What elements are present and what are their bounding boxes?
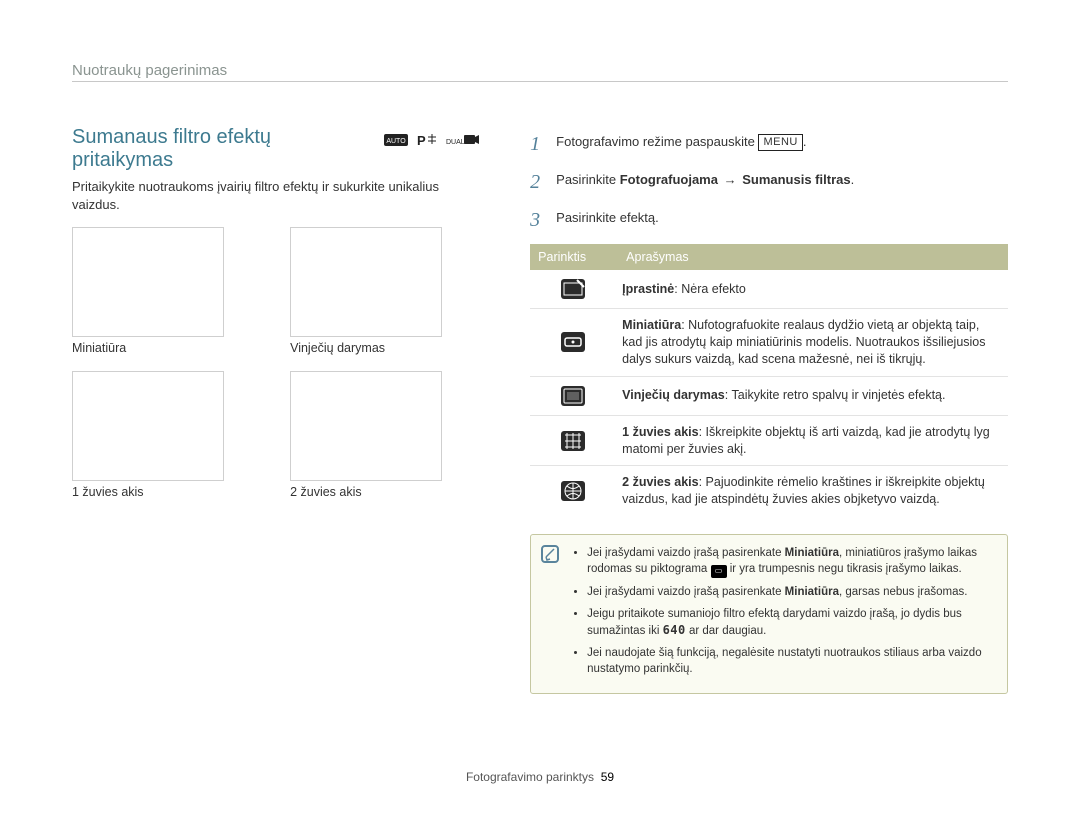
miniature-inline-icon: ▭ [711, 565, 727, 578]
note-item: Jei įrašydami vaizdo įrašą pasirenkate M… [587, 545, 997, 578]
step-number: 1 [530, 130, 546, 158]
note-text: ar dar daugiau. [686, 625, 767, 637]
thumb-miniatura [72, 227, 224, 337]
thumb-caption: Vinječių darymas [290, 337, 480, 365]
option-title: Vinječių darymas [622, 388, 725, 402]
table-row: Miniatiūra: Nufotografuokite realaus dyd… [530, 309, 1008, 377]
mode-icons-strip: AUTO P DUAL [384, 131, 480, 148]
option-title: Įprastinė [622, 282, 674, 296]
note-text: Jeigu pritaikote sumaniojo ﬁltro efektą … [587, 608, 962, 637]
table-row: 2 žuvies akis: Pajuodinkite rėmelio kraš… [530, 466, 1008, 516]
step-text: . [851, 172, 855, 187]
thumb-caption: Miniatiūra [72, 337, 262, 365]
option-icon-normal [530, 270, 618, 309]
step-text: Fotografuojama [620, 172, 718, 187]
note-text: Miniatiūra [785, 547, 839, 559]
note-item: Jei įrašydami vaizdo įrašą pasirenkate M… [587, 584, 997, 600]
thumb-fisheye1 [72, 371, 224, 481]
page-subtitle: Pritaikykite nuotraukoms įvairių ﬁltro e… [72, 178, 480, 213]
options-header-desc: Aprašymas [618, 244, 1008, 270]
step-text: . [803, 134, 807, 149]
right-column: 1 Fotografavimo režime paspauskite MENU.… [530, 126, 1008, 694]
table-row: Vinječių darymas: Taikykite retro spalvų… [530, 376, 1008, 415]
option-icon-fisheye1 [530, 415, 618, 466]
option-icon-miniature [530, 309, 618, 377]
page-title: Sumanaus ﬁltro efektų pritaikymas [72, 126, 370, 172]
options-table: Parinktis Aprašymas Įprastinė: Nėra efek… [530, 244, 1008, 516]
thumb-fisheye2 [290, 371, 442, 481]
step-2: 2 Pasirinkite Fotografuojama → Sumanusis… [530, 168, 1008, 196]
note-text: , garsas nebus įrašomas. [839, 586, 967, 598]
left-column: Sumanaus ﬁltro efektų pritaikymas AUTO P… [72, 126, 480, 694]
step-text: Sumanusis ﬁltras [742, 172, 850, 187]
options-header-icon: Parinktis [530, 244, 618, 270]
breadcrumb: Nuotraukų pagerinimas [72, 62, 1008, 82]
note-text: Jei įrašydami vaizdo įrašą pasirenkate [587, 586, 785, 598]
option-icon-vignette [530, 376, 618, 415]
thumb-vignette [290, 227, 442, 337]
option-desc: : Taikykite retro spalvų ir vinjetės efe… [725, 388, 946, 402]
note-item: Jei naudojate šią funkciją, negalėsite n… [587, 645, 997, 677]
note-text: Miniatiūra [785, 586, 839, 598]
option-desc: : Nėra efekto [674, 282, 746, 296]
note-box: Jei įrašydami vaizdo įrašą pasirenkate M… [530, 534, 1008, 694]
step-3: 3 Pasirinkite efektą. [530, 206, 1008, 234]
thumb-caption: 2 žuvies akis [290, 481, 480, 509]
step-text: Fotografavimo režime paspauskite [556, 134, 758, 149]
footer-page-number: 59 [601, 770, 614, 784]
option-title: 2 žuvies akis [622, 475, 698, 489]
note-icon [541, 545, 559, 563]
menu-button-graphic: MENU [758, 134, 802, 151]
note-text: 640 [663, 623, 686, 637]
note-text: ir yra trumpesnis negu tikrasis įrašymo … [727, 563, 962, 575]
step-1: 1 Fotografavimo režime paspauskite MENU. [530, 130, 1008, 158]
step-text: Pasirinkite [556, 172, 620, 187]
svg-text:DUAL: DUAL [446, 139, 465, 146]
svg-text:P: P [417, 133, 426, 148]
option-title: Miniatiūra [622, 318, 681, 332]
note-text: Jei įrašydami vaizdo įrašą pasirenkate [587, 547, 785, 559]
step-number: 3 [530, 206, 546, 234]
step-text: Pasirinkite efektą. [556, 206, 659, 234]
svg-text:AUTO: AUTO [386, 138, 406, 145]
option-title: 1 žuvies akis [622, 425, 698, 439]
footer-section: Fotografavimo parinktys [466, 770, 594, 784]
page-footer: Fotografavimo parinktys 59 [0, 770, 1080, 784]
table-row: 1 žuvies akis: Iškreipkite objektų iš ar… [530, 415, 1008, 466]
step-number: 2 [530, 168, 546, 196]
table-row: Įprastinė: Nėra efekto [530, 270, 1008, 309]
note-item: Jeigu pritaikote sumaniojo ﬁltro efektą … [587, 606, 997, 639]
arrow-icon: → [722, 172, 739, 187]
thumb-caption: 1 žuvies akis [72, 481, 262, 509]
option-icon-fisheye2 [530, 466, 618, 516]
